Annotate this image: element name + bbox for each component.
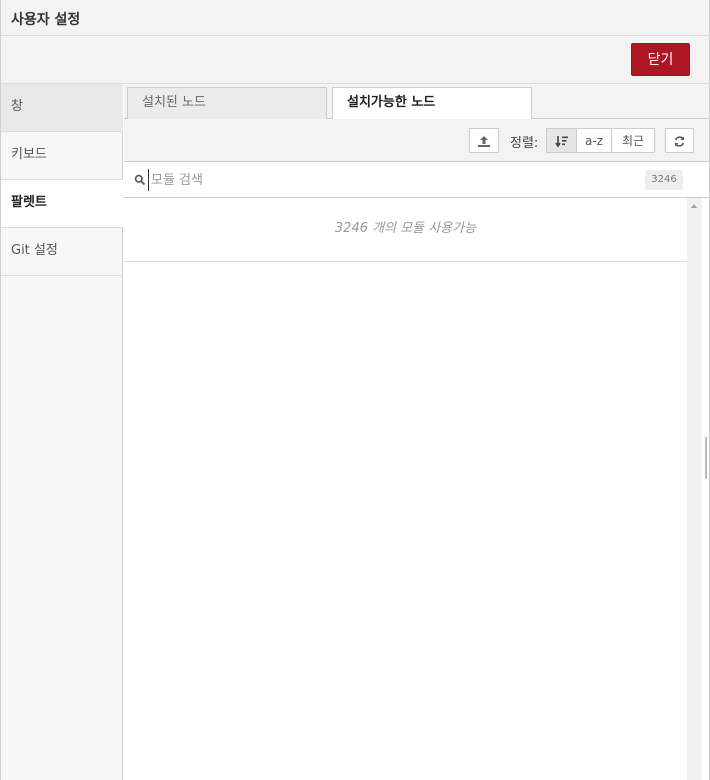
sidebar-item-palette[interactable]: 팔렛트 [1, 180, 124, 228]
refresh-button[interactable] [665, 128, 694, 153]
scroll-up-arrow-icon[interactable] [691, 204, 697, 208]
tab-install-nodes[interactable]: 설치가능한 노드 [332, 87, 532, 120]
sort-recent-button[interactable]: 최근 [611, 128, 655, 153]
dialog-title: 사용자 설정 [11, 12, 81, 28]
sort-label: 정렬: [510, 136, 539, 151]
module-search-input[interactable] [148, 169, 631, 191]
module-list-scrollbar[interactable] [687, 198, 702, 780]
sort-relevance-button[interactable] [546, 128, 577, 153]
modules-available-message: 3246 개의 모듈 사용가능 [124, 198, 687, 262]
palette-toolbar: 정렬: a-z 최근 [124, 119, 709, 162]
refresh-icon [674, 136, 685, 147]
user-settings-dialog: 사용자 설정 닫기 창 키보드 팔렛트 Git 설정 설치된 노드 설치가능한 … [0, 0, 710, 780]
close-button[interactable]: 닫기 [631, 43, 690, 76]
dialog-scrollbar-thumb[interactable] [705, 437, 707, 479]
palette-tabs: 설치된 노드 설치가능한 노드 [124, 84, 709, 120]
tab-installed-nodes[interactable]: 설치된 노드 [127, 87, 327, 119]
palette-panel: 설치된 노드 설치가능한 노드 정렬: a-z 최근 모듈 검색 3246 32… [124, 84, 709, 780]
module-count-badge: 3246 [645, 170, 683, 190]
sidebar-item-git-config[interactable]: Git 설정 [1, 228, 123, 276]
dialog-buttonbar: 닫기 [1, 36, 709, 84]
search-icon [134, 174, 146, 186]
sort-relevance-icon [554, 136, 568, 148]
sidebar-item-view[interactable]: 창 [1, 84, 123, 132]
module-list: 3246 개의 모듈 사용가능 [124, 198, 687, 780]
upload-module-button[interactable] [469, 128, 499, 153]
module-search-bar: 3246 [124, 162, 709, 198]
sidebar-item-keyboard[interactable]: 키보드 [1, 132, 123, 180]
upload-icon [478, 136, 490, 147]
dialog-titlebar: 사용자 설정 [1, 0, 709, 36]
settings-sidebar: 창 키보드 팔렛트 Git 설정 [1, 84, 124, 780]
sort-alpha-button[interactable]: a-z [576, 128, 612, 153]
